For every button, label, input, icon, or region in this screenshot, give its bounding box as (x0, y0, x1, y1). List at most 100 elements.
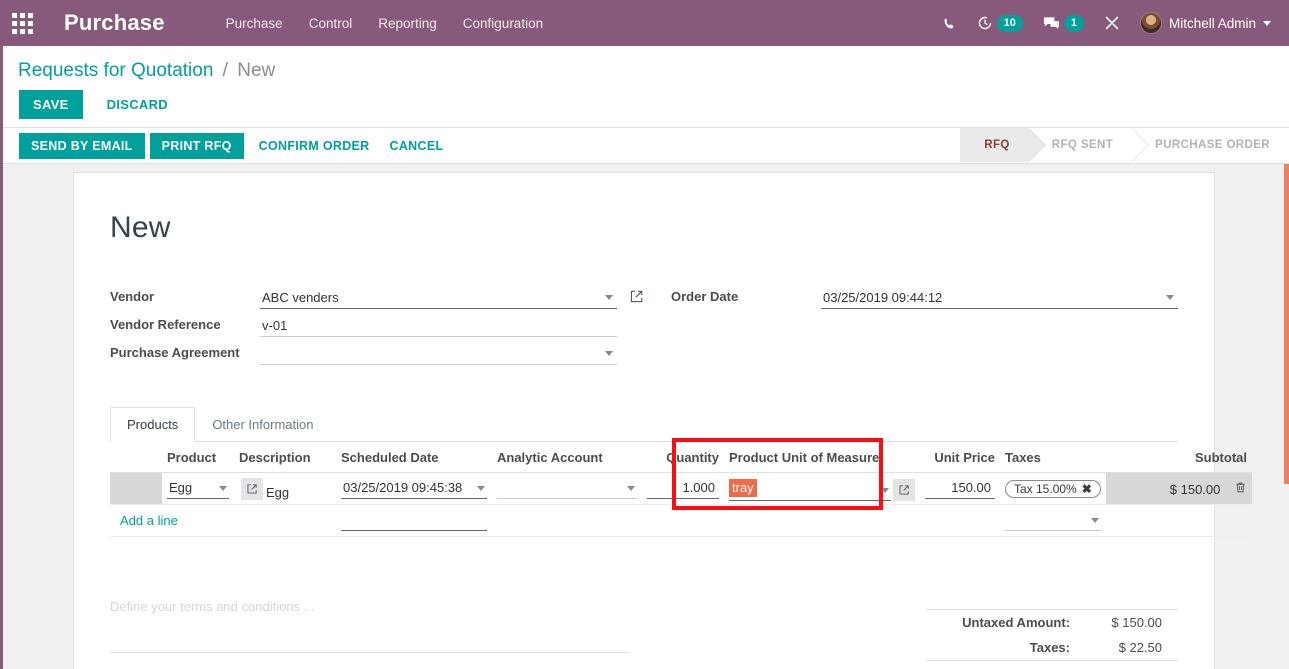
terms-and-totals: Define your terms and conditions ... Unt… (110, 599, 1178, 669)
table-row[interactable]: Egg Egg 03/25/2019 09:45:38 1.000 tray 1… (110, 472, 1252, 505)
field-row-purchase-agreement: Purchase Agreement (110, 337, 617, 365)
cancel-button[interactable]: CANCEL (380, 133, 454, 159)
cell-quantity[interactable] (642, 472, 724, 505)
form-fields: Vendor Vendor Reference (110, 281, 1178, 365)
add-line-cell: Add a line (110, 504, 234, 537)
vendor-reference-input[interactable] (260, 316, 617, 337)
control-panel: Requests for Quotation / New SAVE DISCAR… (3, 46, 1289, 128)
column-header-analytic-account: Analytic Account (492, 442, 642, 473)
page-title: New (110, 211, 171, 244)
trash-icon[interactable] (1234, 482, 1247, 497)
message-count-badge: 1 (1063, 14, 1084, 32)
save-button[interactable]: SAVE (19, 90, 83, 119)
add-line-row: Add a line (110, 504, 1252, 537)
empty-cell (642, 504, 724, 537)
handle-column-header (110, 442, 162, 473)
cell-scheduled-date[interactable] (336, 472, 492, 505)
unit-price-input[interactable] (925, 478, 995, 499)
vendor-input[interactable] (260, 288, 617, 309)
order-lines-table: Product Description Scheduled Date Analy… (110, 442, 1252, 537)
scheduled-date-input[interactable] (341, 478, 487, 499)
cell-taxes[interactable]: Tax 15.00% ✖ (1000, 472, 1106, 505)
vendor-external-link-icon[interactable] (629, 289, 645, 305)
product-input[interactable] (167, 478, 229, 499)
tab-other-information[interactable]: Other Information (195, 407, 330, 442)
analytic-account-input[interactable] (497, 478, 637, 499)
status-step-rfq-sent-label: RFQ SENT (1051, 139, 1114, 151)
status-step-rfq[interactable]: RFQ (960, 128, 1046, 162)
cell-product-uom[interactable]: tray (724, 472, 920, 505)
action-buttons: SEND BY EMAIL PRINT RFQ CONFIRM ORDER CA… (19, 128, 453, 164)
status-step-purchase-order[interactable]: PURCHASE ORDER (1131, 128, 1288, 162)
uom-selected-text[interactable]: tray (729, 478, 757, 497)
breadcrumb-separator: / (222, 60, 228, 81)
tax-remove-icon[interactable]: ✖ (1082, 482, 1092, 496)
column-header-taxes: Taxes (1000, 442, 1106, 473)
cell-unit-price[interactable] (920, 472, 1000, 505)
description-external-link-icon[interactable] (241, 477, 263, 500)
menu-item-reporting[interactable]: Reporting (365, 10, 450, 37)
menu-item-purchase[interactable]: Purchase (213, 10, 296, 37)
apps-grid-icon[interactable] (0, 0, 44, 46)
column-header-subtotal: Subtotal (1106, 442, 1252, 473)
chat-icon[interactable]: 1 (1043, 0, 1084, 46)
empty-cell (920, 504, 1000, 537)
vendor-reference-label: Vendor Reference (110, 317, 221, 332)
app-brand-title[interactable]: Purchase (64, 10, 165, 36)
taxes-label: Taxes: (1029, 640, 1070, 655)
add-a-line-button[interactable]: Add a line (115, 508, 183, 533)
field-row-vendor: Vendor (110, 281, 643, 309)
navbar-right-tools: 10 1 Mitchell Admin (932, 0, 1281, 46)
row-drag-handle[interactable] (110, 472, 162, 505)
print-rfq-button[interactable]: PRINT RFQ (149, 133, 244, 159)
cell-product[interactable] (162, 472, 234, 505)
quantity-input[interactable] (647, 478, 719, 499)
breadcrumb: Requests for Quotation / New (18, 60, 275, 82)
cell-description[interactable]: Egg (234, 472, 336, 505)
status-arrow-fill (1131, 128, 1149, 162)
menu-item-configuration[interactable]: Configuration (450, 10, 556, 37)
order-date-input[interactable] (821, 288, 1178, 309)
column-header-quantity: Quantity (642, 442, 724, 473)
confirm-order-button[interactable]: CONFIRM ORDER (249, 133, 380, 159)
send-by-email-button[interactable]: SEND BY EMAIL (19, 133, 145, 159)
table-header-row: Product Description Scheduled Date Analy… (110, 442, 1252, 473)
totals-section: Untaxed Amount: $ 150.00 Taxes: $ 22.50 … (926, 609, 1178, 669)
empty-cell (234, 504, 336, 537)
breadcrumb-root-link[interactable]: Requests for Quotation (18, 60, 213, 81)
cell-analytic-account[interactable] (492, 472, 642, 505)
clock-activity-icon[interactable]: 10 (977, 0, 1023, 46)
terms-underline (110, 652, 630, 653)
vertical-scrollbar-thumb[interactable] (1284, 164, 1289, 484)
status-step-rfq-label: RFQ (984, 139, 1010, 151)
purchase-agreement-input[interactable] (260, 344, 617, 365)
empty-cell (724, 504, 920, 537)
user-name-label: Mitchell Admin (1168, 15, 1256, 31)
form-column-left: Vendor Vendor Reference (110, 281, 643, 365)
uom-external-link-icon[interactable] (893, 478, 915, 501)
control-panel-buttons: SAVE DISCARD (19, 90, 176, 119)
phone-icon[interactable] (942, 0, 957, 46)
user-menu[interactable]: Mitchell Admin (1139, 0, 1271, 46)
vertical-scrollbar-track[interactable] (1284, 164, 1289, 669)
taxes-value: $ 22.50 (1118, 640, 1162, 655)
vendor-label: Vendor (110, 289, 155, 304)
description-text: Egg (266, 484, 290, 500)
form-column-right: Order Date (671, 281, 1178, 365)
cell-subtotal: $ 150.00 (1106, 472, 1252, 505)
tools-icon[interactable] (1104, 0, 1120, 46)
action-bar: SEND BY EMAIL PRINT RFQ CONFIRM ORDER CA… (3, 128, 1289, 164)
status-bar: RFQ RFQ SENT PURCHASE ORDER (960, 128, 1288, 162)
column-header-product: Product (162, 442, 234, 473)
menu-item-control[interactable]: Control (296, 10, 366, 37)
untaxed-amount-row: Untaxed Amount: $ 150.00 (926, 610, 1178, 635)
terms-section[interactable]: Define your terms and conditions ... (110, 599, 630, 669)
taxes-row: Taxes: $ 22.50 (926, 635, 1178, 660)
discard-button[interactable]: DISCARD (99, 90, 176, 119)
tax-tag[interactable]: Tax 15.00% ✖ (1005, 479, 1101, 498)
tab-products[interactable]: Products (110, 407, 196, 442)
avatar (1139, 12, 1162, 34)
empty-cell (492, 504, 642, 537)
top-navbar: Purchase Purchase Control Reporting Conf… (0, 0, 1289, 46)
